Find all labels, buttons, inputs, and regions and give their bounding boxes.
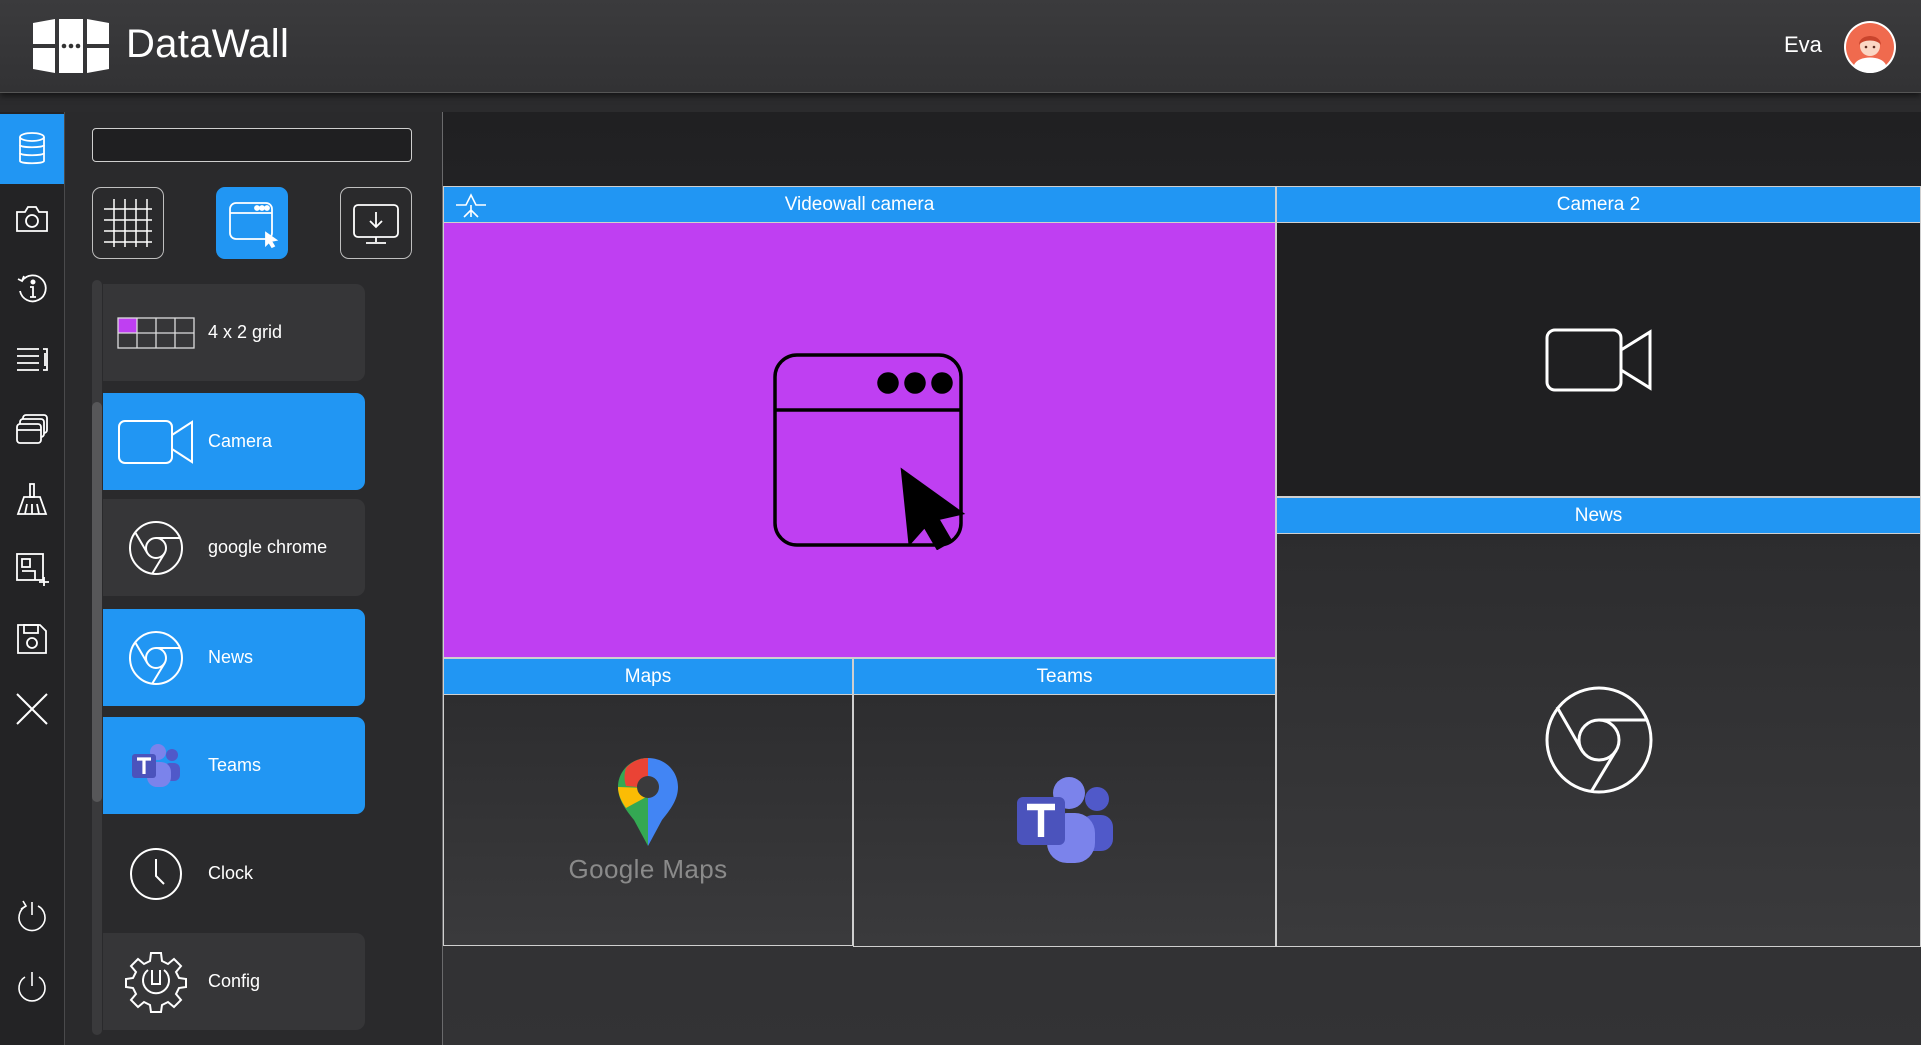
list-item-4x2-grid[interactable]: 4 x 2 grid xyxy=(103,284,365,381)
save-icon xyxy=(17,624,47,654)
close-icon xyxy=(16,693,48,725)
tile-title: Maps xyxy=(624,665,672,687)
tile-title-bar[interactable]: Videowall camera xyxy=(444,187,1275,223)
tile-teams[interactable]: Teams xyxy=(853,658,1276,947)
rail-database-button[interactable] xyxy=(0,114,64,184)
list-item-clock[interactable]: Clock xyxy=(103,825,365,922)
teams-icon xyxy=(1016,776,1113,863)
clock-icon xyxy=(129,847,182,900)
teams-icon xyxy=(131,743,180,787)
broom-icon xyxy=(16,483,48,515)
videowall-workspace: Videowall camera Camera 2 News Maps Goog… xyxy=(443,112,1921,1045)
search-input[interactable] xyxy=(92,128,412,162)
info-icon xyxy=(17,274,47,303)
list-item-news[interactable]: News xyxy=(103,609,365,706)
rail-close-button[interactable] xyxy=(0,674,64,744)
grid-icon xyxy=(104,199,152,247)
tile-title-bar[interactable]: News xyxy=(1277,498,1920,534)
list-item-google-chrome[interactable]: google chrome xyxy=(103,499,365,596)
google-maps-wordmark: Google Maps xyxy=(568,853,728,884)
tile-title-bar[interactable]: Camera 2 xyxy=(1277,187,1920,223)
chrome-icon xyxy=(1545,686,1652,794)
window-mode-button[interactable] xyxy=(216,187,288,259)
chrome-icon xyxy=(128,520,183,575)
window-cursor-icon xyxy=(772,353,965,550)
list-item-camera[interactable]: Camera xyxy=(103,393,365,490)
video-camera-icon xyxy=(1545,328,1651,391)
rail-save-button[interactable] xyxy=(0,604,64,674)
database-icon xyxy=(19,132,45,165)
user-name[interactable]: Eva xyxy=(1784,32,1822,58)
windows-stack-icon xyxy=(16,414,48,444)
list-item-config[interactable]: Config xyxy=(103,933,365,1030)
user-avatar-icon xyxy=(1846,23,1894,73)
app-title: DataWall xyxy=(126,22,290,66)
tile-title: Camera 2 xyxy=(1556,193,1641,215)
list-item-label: News xyxy=(208,647,254,667)
power-icon xyxy=(18,972,46,1002)
tile-videowall-camera[interactable]: Videowall camera xyxy=(443,186,1276,658)
list-item-teams[interactable]: Teams xyxy=(103,717,365,814)
layout-icon xyxy=(16,553,49,586)
tile-title: Videowall camera xyxy=(784,193,935,215)
app-header: DataWall Eva xyxy=(0,0,1921,93)
library-scrollbar-thumb[interactable] xyxy=(92,402,102,802)
rail-layout-button[interactable] xyxy=(0,534,64,604)
list-item-label: Clock xyxy=(208,863,254,883)
rail-windows-button[interactable] xyxy=(0,394,64,464)
monitor-download-icon xyxy=(353,204,399,244)
grid-layout-icon xyxy=(116,316,195,349)
rail-info-button[interactable] xyxy=(0,254,64,324)
list-icon xyxy=(17,348,48,371)
list-item-label: 4 x 2 grid xyxy=(208,322,283,342)
rail-camera-button[interactable] xyxy=(0,184,64,254)
screen-mode-button[interactable] xyxy=(340,187,412,259)
google-maps-pin-icon xyxy=(618,757,678,846)
video-camera-icon xyxy=(117,419,193,464)
rail-clean-button[interactable] xyxy=(0,464,64,534)
rail-power-button[interactable] xyxy=(0,952,64,1022)
tile-title-bar[interactable]: Maps xyxy=(444,659,852,695)
chrome-icon xyxy=(128,630,183,685)
list-item-label: Camera xyxy=(208,431,273,451)
list-item-label: Teams xyxy=(208,755,262,775)
icon-rail xyxy=(0,112,65,1045)
tile-title-bar[interactable]: Teams xyxy=(854,659,1275,695)
window-cursor-icon xyxy=(229,202,279,249)
tile-maps[interactable]: Maps Google Maps xyxy=(443,658,853,946)
library-panel: 4 x 2 grid Camera google chrome News Tea… xyxy=(65,112,443,1045)
datawall-logo-icon xyxy=(33,19,109,73)
gear-icon xyxy=(124,951,187,1013)
camera-icon xyxy=(16,206,48,232)
list-item-label: Config xyxy=(208,971,261,991)
tile-camera-2[interactable]: Camera 2 xyxy=(1276,186,1921,497)
restart-icon xyxy=(18,900,46,932)
tile-title: News xyxy=(1574,504,1623,526)
grid-mode-button[interactable] xyxy=(92,187,164,259)
tile-news[interactable]: News xyxy=(1276,497,1921,947)
drag-handle-icon[interactable] xyxy=(454,191,488,219)
tile-title: Teams xyxy=(1036,665,1093,687)
rail-restart-button[interactable] xyxy=(0,882,64,952)
rail-list-button[interactable] xyxy=(0,324,64,394)
avatar[interactable] xyxy=(1844,21,1896,73)
list-item-label: google chrome xyxy=(208,537,328,557)
